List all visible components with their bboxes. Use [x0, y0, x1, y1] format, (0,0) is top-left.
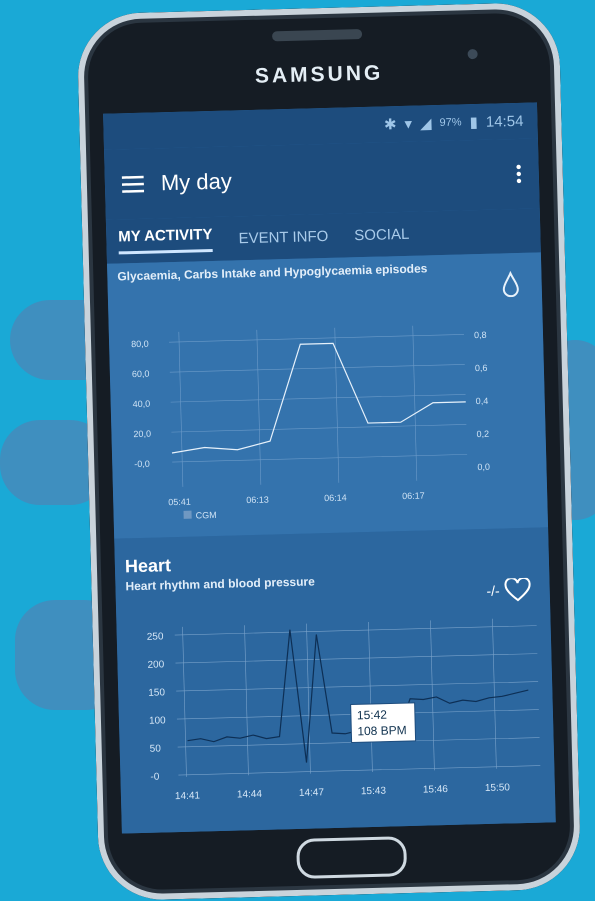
x-tick-label: 06:17: [402, 491, 425, 502]
heart-indicator-value: -/-: [486, 582, 500, 599]
tab-social[interactable]: SOCIAL: [354, 225, 409, 243]
front-camera: [467, 48, 478, 60]
grid-line: [430, 620, 435, 771]
grid-line: [169, 364, 465, 373]
grid-line: [175, 653, 538, 664]
x-tick-label: 14:41: [175, 790, 201, 802]
y-tick-label: 80,0: [131, 339, 149, 349]
heart-chart: 250 200 150 100 50 -0 14:41 14:44 14:47 15:43 15:4…: [147, 618, 541, 802]
grid-line: [169, 334, 464, 343]
more-vert-icon: [516, 164, 522, 184]
app-bar: My day: [104, 138, 540, 220]
overflow-menu-button[interactable]: [498, 145, 539, 202]
y-tick-label: 50: [150, 743, 162, 754]
y-tick-label: 100: [149, 715, 166, 726]
home-button[interactable]: [296, 836, 408, 879]
grid-line: [178, 331, 184, 487]
battery-icon: ▮: [469, 113, 479, 132]
x-tick-label: 14:47: [299, 787, 325, 799]
tooltip-time: 15:42: [357, 708, 388, 723]
y2-tick-label: 0,8: [474, 330, 487, 340]
tab-event-info[interactable]: EVENT INFO: [238, 227, 328, 246]
grid-line: [256, 329, 262, 485]
menu-button[interactable]: [104, 155, 161, 212]
grid-line: [171, 424, 467, 433]
tab-my-activity[interactable]: MY ACTIVITY: [118, 225, 213, 255]
hamburger-icon: [121, 175, 145, 193]
battery-level: 97%: [439, 116, 462, 129]
grid-line: [492, 618, 497, 769]
heart-rate-series-line: [187, 629, 529, 763]
legend-label-cgm: CGM: [195, 510, 216, 521]
wifi-icon: ▾: [404, 115, 413, 133]
heart-card: Heart Heart rhythm and blood pressure -/…: [114, 527, 556, 834]
brand-logo: SAMSUNG: [254, 61, 384, 88]
grid-line: [174, 625, 537, 636]
y2-tick-label: 0,4: [476, 396, 489, 406]
y-tick-label: 250: [147, 631, 164, 642]
tooltip-value: 108 BPM: [357, 723, 407, 738]
y-tick-label: 20,0: [133, 429, 151, 439]
heart-indicator: -/-: [486, 577, 532, 603]
x-tick-label: 15:43: [361, 786, 387, 798]
screen: ✱ ▾ ◢ 97% ▮ 14:54 My day MY ACTIVITY EVE…: [103, 102, 556, 834]
y2-tick-label: 0,6: [475, 363, 488, 373]
x-tick-label: 15:50: [485, 782, 511, 794]
x-tick-label: 06:13: [246, 495, 269, 506]
bluetooth-icon: ✱: [383, 116, 397, 134]
grid-line: [176, 681, 539, 692]
grid-line: [412, 325, 418, 481]
y2-tick-label: 0,2: [476, 429, 489, 439]
grid-line: [178, 765, 541, 776]
grid-line: [244, 625, 249, 776]
grid-line: [368, 622, 373, 772]
cgm-series-line: [171, 342, 466, 454]
grid-line: [182, 626, 187, 777]
heart-outline-icon: [504, 577, 531, 602]
clock: 14:54: [485, 112, 524, 131]
glycaemia-card: Glycaemia, Carbs Intake and Hypoglycaemi…: [107, 252, 549, 539]
phone-device: SAMSUNG ✱ ▾ ◢ 97% ▮ 14:54 My day MY ACTI…: [76, 1, 582, 901]
x-tick-label: 14:44: [237, 789, 263, 801]
x-tick-label: 06:14: [324, 493, 347, 504]
page-title: My day: [160, 168, 233, 196]
y-tick-label: -0,0: [134, 459, 150, 469]
y-tick-label: 150: [148, 687, 165, 698]
y-tick-label: -0: [150, 772, 160, 783]
grid-line: [172, 454, 468, 463]
y2-tick-label: 0,0: [477, 462, 490, 472]
signal-icon: ◢: [419, 115, 432, 133]
x-tick-label: 05:41: [168, 497, 191, 508]
y-tick-label: 200: [147, 659, 164, 670]
grid-line: [170, 394, 466, 403]
speaker-grille: [271, 28, 363, 42]
legend-swatch-cgm: [183, 510, 192, 519]
x-tick-label: 15:46: [423, 784, 449, 796]
glycaemia-chart: 80,0 60,0 40,0 20,0 -0,0 0,8 0,6 0,4 0,2 0,0 05:41…: [131, 325, 490, 521]
y-tick-label: 40,0: [133, 399, 151, 409]
y-tick-label: 60,0: [132, 369, 150, 379]
